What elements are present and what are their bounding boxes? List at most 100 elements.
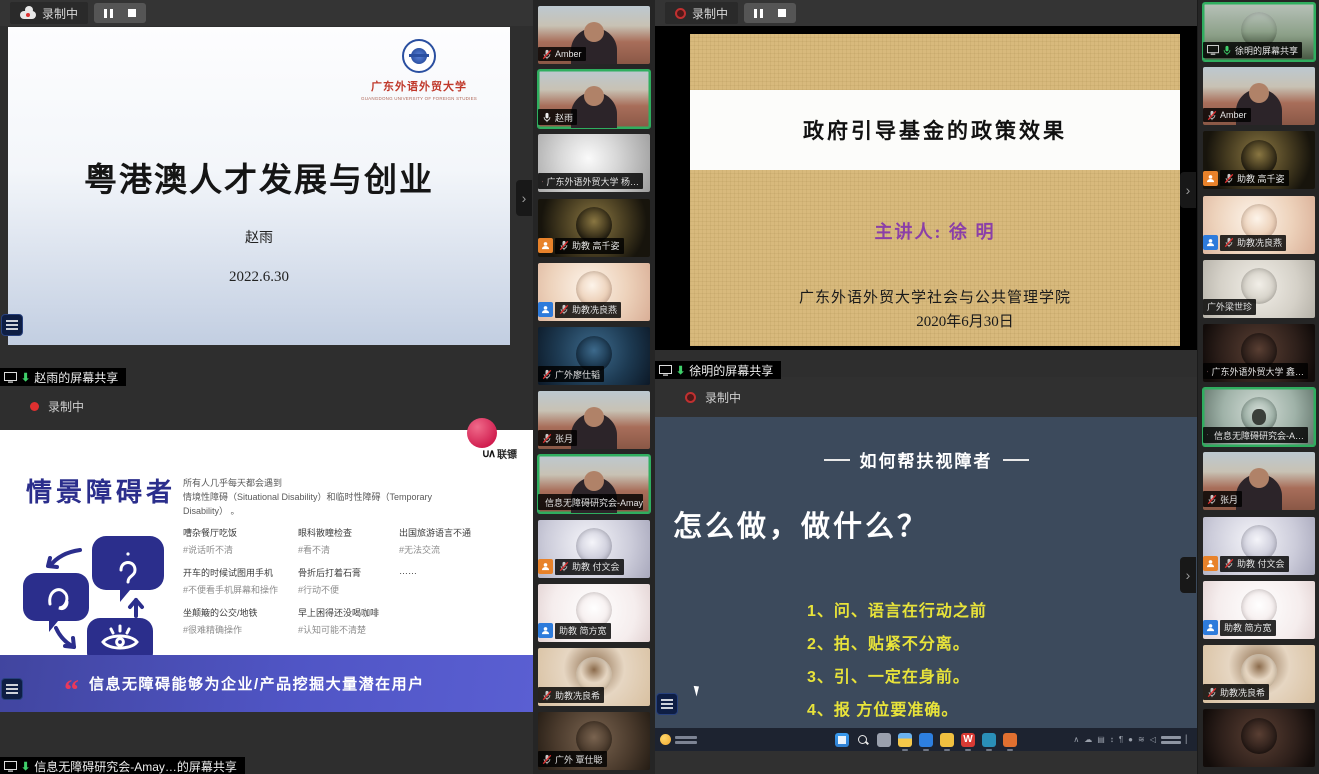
stop-recording-button[interactable] [772,5,792,21]
recording-label: 录制中 [42,5,78,22]
meeting-list-icon[interactable] [656,693,678,715]
windows-taskbar: W ∧ ☁ ▤ ↕ ¶ ● ≋ ◁ ▏ [655,728,1197,751]
start-icon[interactable] [835,733,849,747]
participant-tile[interactable]: 助教冼良希 [538,648,650,706]
orange-role-badge [1203,556,1218,571]
participant-tile[interactable]: 助教 高千姿 [538,199,650,257]
intro-paragraph: 所有人几乎每天都会遇到情境性障碍（Situational Disability）… [183,476,513,518]
app-teal-icon[interactable] [982,733,996,747]
blue-role-badge [1203,235,1218,250]
tile-bottom-row: 助教 简方宽 [538,623,611,639]
scenario-cell: 坐颠簸的公交/地铁#很难精确操作 [183,606,295,646]
participant-tile[interactable]: 助教冼良希 [1203,645,1315,703]
participant-strip-middle: Amber 赵雨广东外语外贸大学 杨… 助教 高千姿助教冼良燕广外廖仕韬张月信息无障… [533,0,655,774]
participant-tile[interactable]: 助教 简方宽 [538,584,650,642]
system-tray[interactable]: ∧ ☁ ▤ ↕ ¶ ● ≋ ◁ ▏ [1073,734,1192,746]
orange-role-badge [1203,171,1218,186]
explorer-icon[interactable] [898,733,912,747]
mic-muted-icon [542,433,552,444]
participant-tile[interactable]: 广外梁世珍 [1203,260,1315,318]
person-badge-icon [1206,238,1215,247]
participant-tile[interactable]: Amber [1203,67,1315,125]
participant-name: 张月 [538,430,577,446]
participant-tile[interactable]: 张月 [1203,452,1315,510]
mic-muted-icon [1207,366,1208,377]
slide-how-to-help: 如何帮扶视障者 怎么做，做什么？ 1、问、语言在行动之前2、拍、贴紧不分离。3、… [655,417,1197,728]
mic-muted-icon [1224,558,1234,569]
scenario-cell: 骨折后打着石膏#行动不便 [298,566,396,606]
participant-tile[interactable] [1203,709,1315,767]
participant-tile[interactable]: 广外廖仕韬 [538,327,650,385]
folder-icon[interactable] [940,733,954,747]
tile-bottom-row: 助教冼良希 [1203,684,1269,700]
expand-strip-button[interactable]: › [516,180,532,216]
scenario-title: 出国旅游语言不通 [399,526,509,539]
search-icon[interactable] [856,733,870,747]
meeting-list-icon[interactable] [1,678,23,700]
mic-on-icon [542,112,552,123]
tile-bottom-row: 助教 付文会 [1203,556,1289,572]
participant-tile[interactable]: 赵雨 [538,70,650,128]
expand-strip-button[interactable]: › [1180,172,1196,208]
recording-status: 录制中 [30,398,84,415]
participant-strip-right: 徐明的屏幕共享 Amber 助教 高千姿助教冼良燕广外梁世珍广东外语外贸大学 鑫… 信… [1197,0,1319,774]
participant-tile[interactable]: 助教冼良燕 [1203,196,1315,254]
pause-recording-button[interactable] [748,5,768,21]
participant-tile[interactable]: 助教 付文会 [1203,517,1315,575]
tray-usb-icon: ↕ [1110,735,1114,744]
slide-situational-disability: ∪∧ 联镖 情景障碍者 [0,430,533,712]
meeting-list-icon[interactable] [1,314,23,336]
tile-bottom-row: 助教 高千姿 [1203,170,1289,186]
audio-down-icon: ⬇ [21,371,30,384]
participant-tile[interactable]: 助教冼良燕 [538,263,650,321]
stop-recording-button[interactable] [122,5,142,21]
recording-status: 录制中 [685,389,741,406]
taskview-icon[interactable] [877,733,891,747]
participant-tile[interactable]: Amber [538,6,650,64]
mic-muted-icon [1207,687,1217,698]
tile-bottom-row: 广东外语外贸大学 鑫… [1203,363,1308,379]
person-badge-icon [541,562,550,571]
recording-controls [94,3,146,23]
senses-bubbles-illustration [18,518,178,678]
person-badge-icon [541,626,550,635]
tray-network-icon: ≋ [1138,735,1145,744]
participant-name: 广东外语外贸大学 鑫… [1203,363,1308,379]
slide-title: 情景障碍者 [26,472,176,509]
wps-icon[interactable]: W [961,733,975,747]
participant-tile[interactable]: 助教 付文会 [538,520,650,578]
tile-bottom-row: 信息无障碍研究会-A… [1203,427,1308,443]
participant-tile[interactable]: 广外 覃仕聪 [538,712,650,770]
clock-text [1161,734,1181,746]
list-item: 2、拍、贴紧不分离。 [807,628,987,661]
panel-share-accessibility: 录制中 ∪∧ 联镖 情景障碍者 [0,386,533,774]
scenario-tag: #说话听不清 [183,543,295,556]
tile-bottom-row: Amber [1203,108,1251,122]
weather-widget[interactable] [660,734,697,746]
powerpoint-icon[interactable] [1003,733,1017,747]
share-banner-label: 信息无障碍研究会-Amay…的屏幕共享 [34,758,237,774]
participant-name: 助教 简方宽 [1220,620,1276,636]
tile-bottom-row: 徐明的屏幕共享 [1203,42,1302,58]
participant-tile[interactable]: 助教 高千姿 [1203,131,1315,189]
vendor-logo-text: 联镖 [497,446,517,461]
intro-line: 所有人几乎每天都会遇到 [183,476,513,490]
participant-tile[interactable]: 广东外语外贸大学 杨… [538,134,650,192]
app-blue-icon[interactable] [919,733,933,747]
panel-share-zhaoyu-title: 录制中 广东外语外贸大学 GUANGDONG UNIVERSITY OF FOR… [0,0,533,386]
participant-tile[interactable]: 张月 [538,391,650,449]
mouse-cursor [694,685,702,697]
orange-role-badge [538,238,553,253]
participant-tile[interactable]: 助教 简方宽 [1203,581,1315,639]
participant-tile[interactable]: 徐明的屏幕共享 [1203,3,1315,61]
participant-tile[interactable]: 信息无障碍研究会-Amay… [538,455,650,513]
scenario-cell: 早上困得还没喝咖啡#认知可能不清楚 [298,606,396,646]
record-ring-icon [675,8,686,19]
pause-recording-button[interactable] [98,5,118,21]
participant-tile[interactable]: 广东外语外贸大学 鑫… [1203,324,1315,382]
expand-strip-button[interactable]: › [1180,557,1196,593]
audio-down-icon: ⬇ [21,760,30,773]
participant-tile[interactable]: 信息无障碍研究会-A… [1203,388,1315,446]
tile-bottom-row: 助教冼良燕 [538,302,621,318]
scenario-title: 嘈杂餐厅吃饭 [183,526,295,539]
